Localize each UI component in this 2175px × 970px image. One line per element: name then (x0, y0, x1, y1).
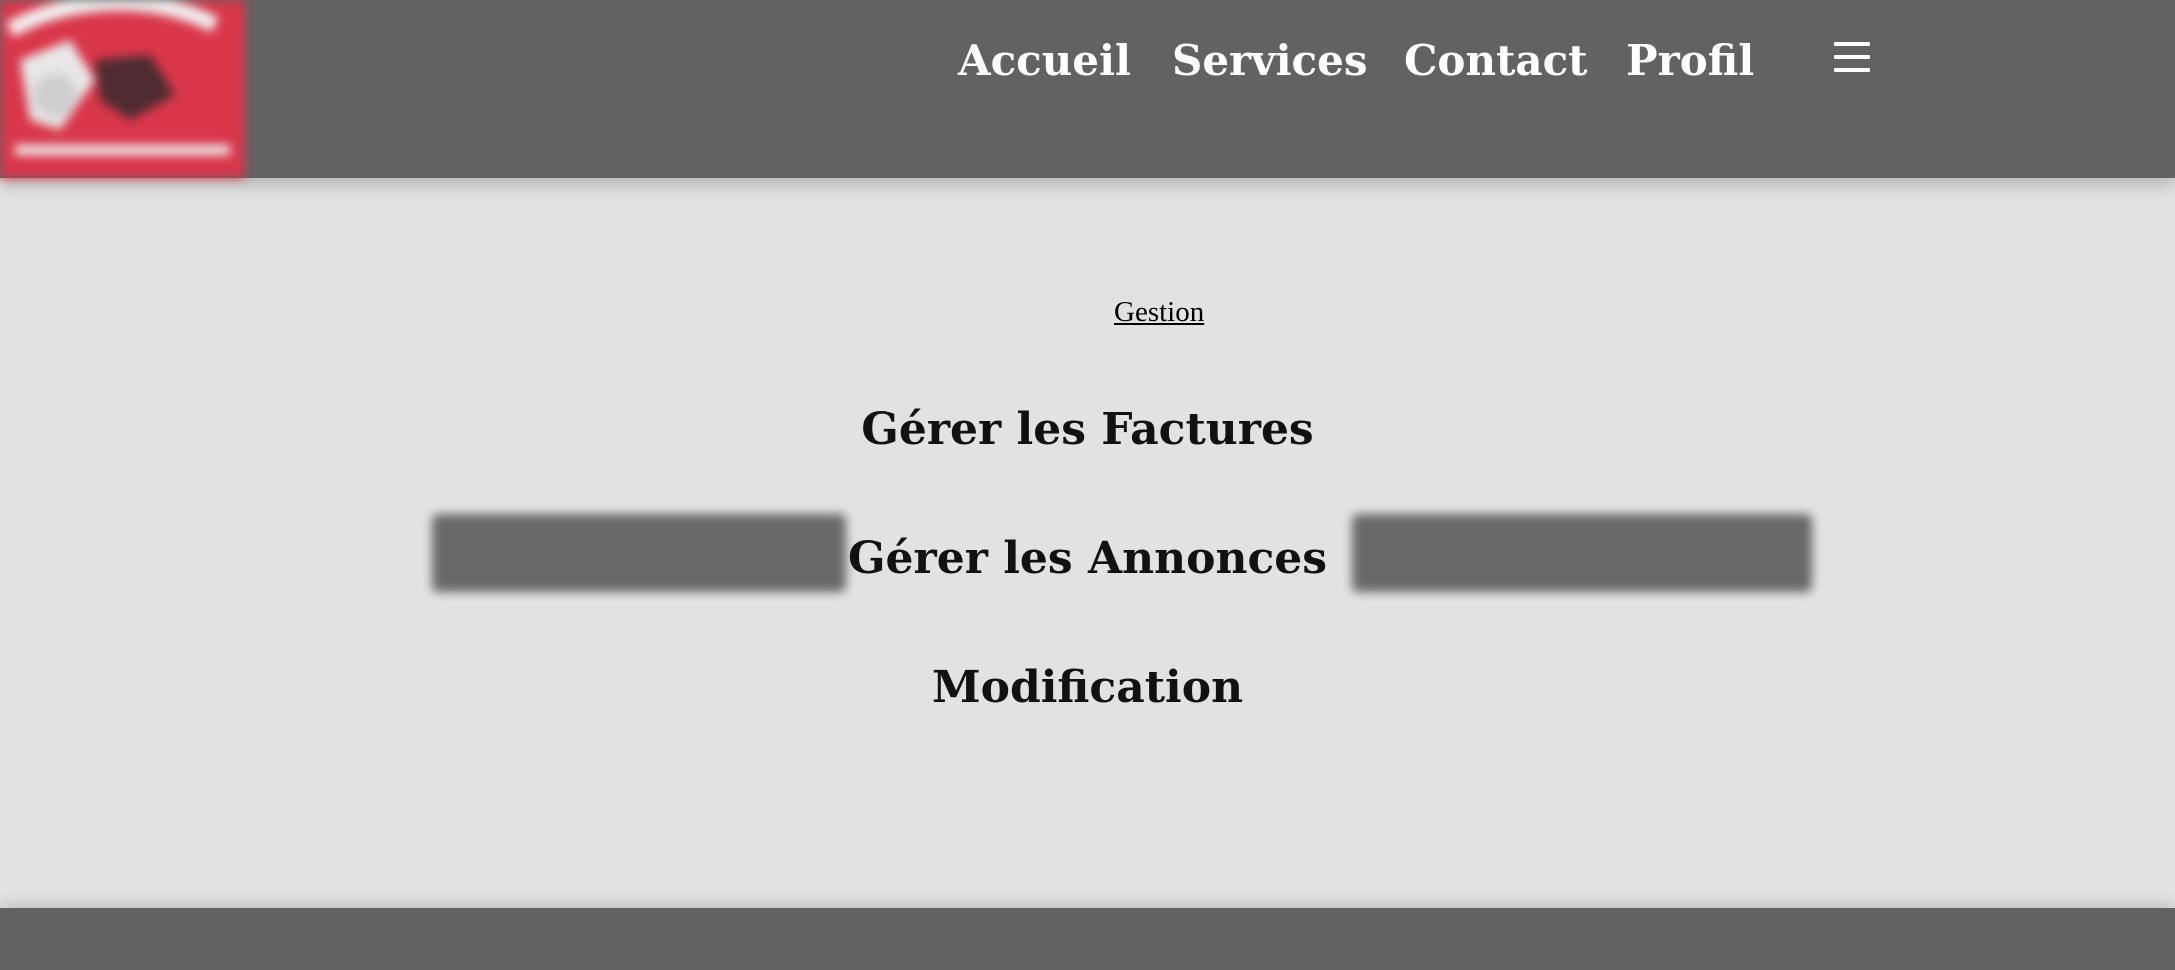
option-label: Gérer les Annonces (847, 533, 1328, 584)
menu-bar (1834, 68, 1870, 72)
hamburger-menu-icon[interactable] (1834, 40, 1874, 74)
gestion-link[interactable]: Gestion (1114, 296, 1204, 329)
option-manage-ads[interactable]: Gérer les Annonces (0, 533, 2175, 584)
nav-link-contact[interactable]: Contact (1404, 36, 1588, 85)
nav-link-services[interactable]: Services (1172, 36, 1367, 85)
site-footer (0, 908, 2175, 970)
menu-bar (1834, 42, 1870, 46)
company-logo-icon[interactable] (0, 0, 245, 178)
option-modification[interactable]: Modification (0, 662, 2175, 713)
nav-link-accueil[interactable]: Accueil (958, 36, 1131, 85)
nav-link-profil[interactable]: Profil (1626, 36, 1754, 85)
menu-bar (1834, 55, 1870, 59)
option-manage-invoices[interactable]: Gérer les Factures (0, 404, 2175, 455)
option-label: Gérer les Factures (861, 404, 1314, 455)
site-header: Accueil Services Contact Profil (0, 0, 2175, 178)
option-label: Modification (931, 662, 1244, 713)
